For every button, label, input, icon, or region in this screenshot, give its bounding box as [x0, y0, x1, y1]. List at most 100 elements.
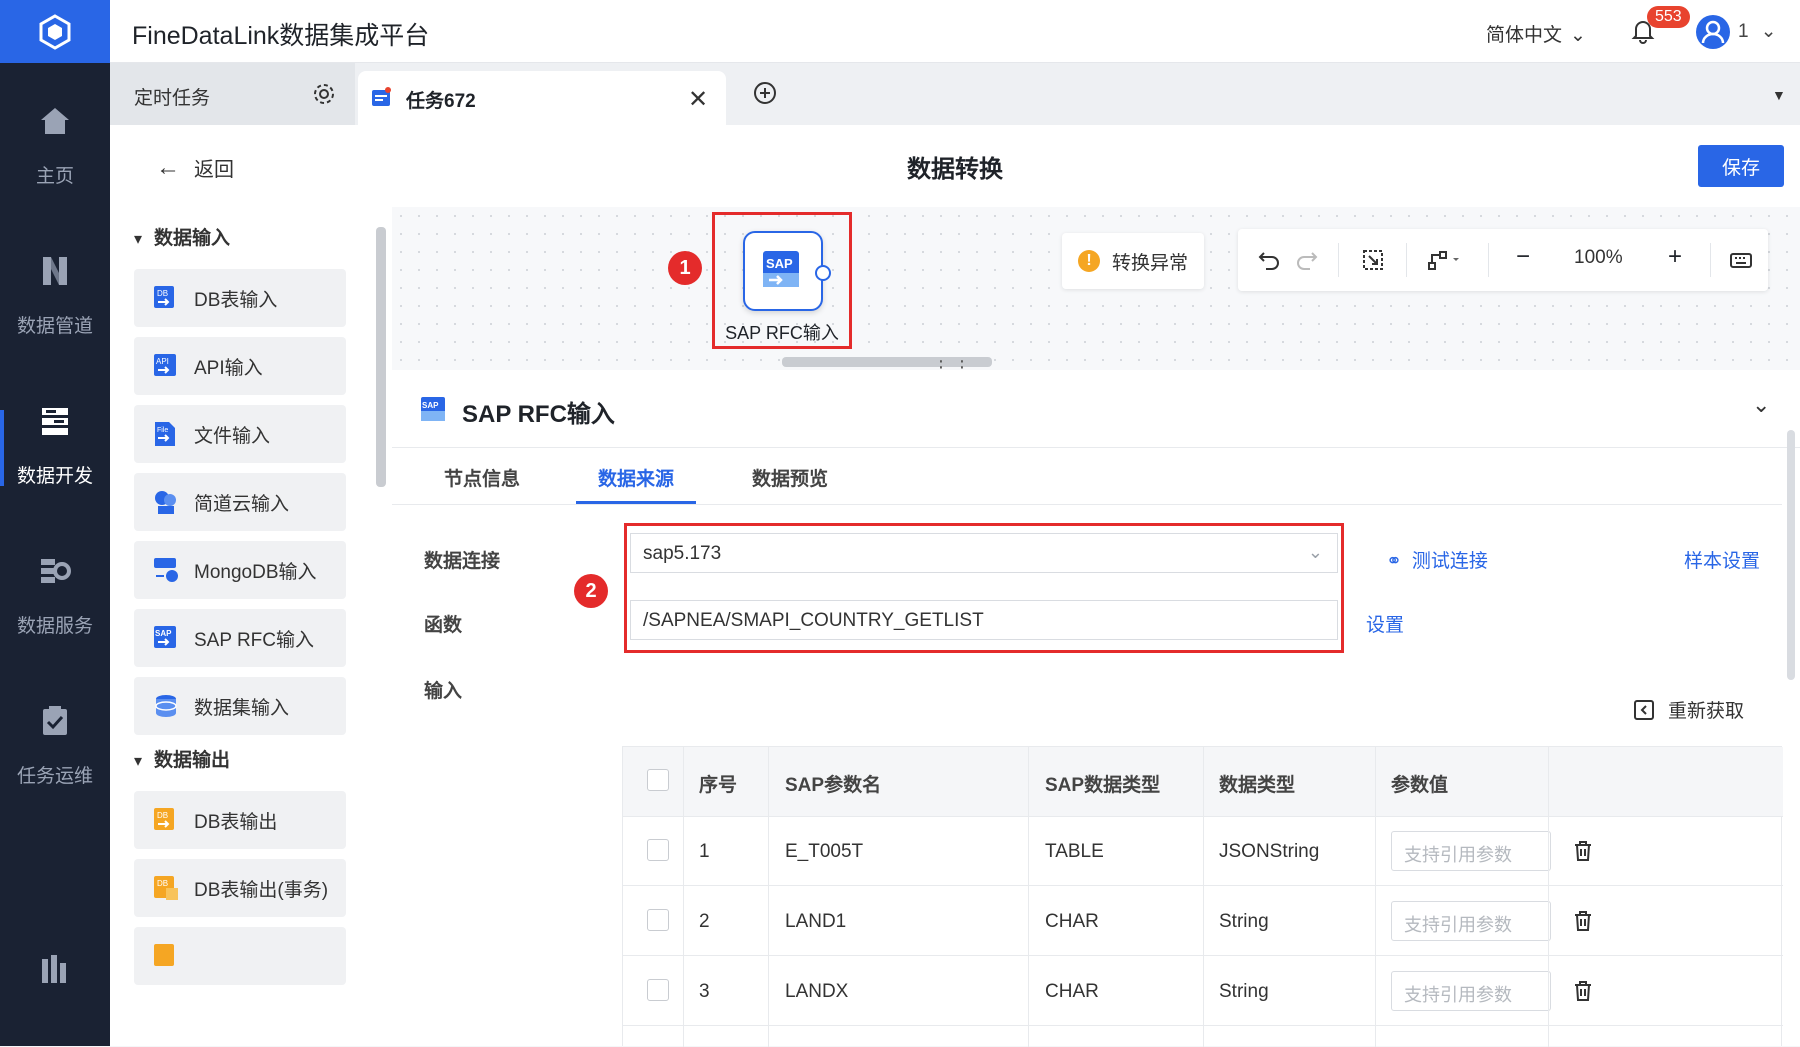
component-dataset-input[interactable]: 数据集输入 [134, 677, 346, 735]
language-select[interactable]: 简体中文 ⌄ [1486, 20, 1586, 47]
tab-scheduled[interactable]: 定时任务 [110, 63, 355, 125]
user-menu[interactable]: 1 ⌄ [1738, 20, 1777, 43]
cell-type: String [1219, 911, 1269, 932]
panel-scrollbar[interactable] [1787, 370, 1795, 1046]
test-connection-label: 测试连接 [1411, 551, 1488, 572]
layout-icon[interactable] [1426, 247, 1466, 273]
tab-label: 定时任务 [134, 88, 211, 109]
component-sap-rfc-input[interactable]: SAP SAP RFC输入 [134, 609, 346, 667]
cell-sap-name: LAND1 [785, 911, 847, 932]
cell-sap-name: LANDX [785, 981, 849, 1002]
cell-no: 2 [699, 911, 710, 932]
sample-settings-link[interactable]: 样本设置 [1684, 546, 1760, 573]
tab-node-info[interactable]: 节点信息 [444, 464, 520, 491]
component-file-input[interactable]: File 文件输入 [134, 405, 346, 463]
svg-text:API: API [156, 357, 169, 366]
component-next-output[interactable] [134, 927, 346, 985]
output-icon [154, 944, 174, 966]
library-scrollbar[interactable] [376, 217, 386, 1037]
connection-label: 数据连接 [424, 551, 501, 572]
trash-icon[interactable] [1571, 979, 1595, 1003]
sap-node-icon: SAP [763, 251, 799, 287]
db-output-tx-icon: DB [154, 876, 178, 900]
close-icon[interactable]: ✕ [688, 85, 708, 114]
user-icon [1701, 20, 1725, 44]
component-db-output-tx[interactable]: DB DB表输出(事务) [134, 859, 346, 917]
zoom-level: 100% [1574, 247, 1623, 268]
panel-title: SAP RFC输入 [462, 401, 615, 428]
conversion-status[interactable]: ! 转换异常 [1062, 233, 1204, 289]
tab-task-672[interactable]: 任务672 ✕ [358, 71, 726, 125]
select-all-checkbox[interactable] [647, 769, 669, 791]
component-api-input[interactable]: API API输入 [134, 337, 346, 395]
page-header: ← 返回 数据转换 保存 [110, 125, 1800, 207]
toolbar-divider [1488, 243, 1489, 277]
save-button[interactable]: 保存 [1698, 145, 1784, 187]
column-header: 序号 [699, 775, 738, 796]
refresh-icon [1634, 699, 1654, 720]
trash-icon[interactable] [1571, 909, 1595, 933]
nav-item-service[interactable]: 数据服务 [0, 510, 110, 680]
column-header: 数据类型 [1219, 775, 1296, 796]
zoom-in-icon[interactable]: + [1668, 243, 1694, 270]
param-value-input[interactable]: 支持引用参数 [1391, 831, 1551, 871]
nav-label: 数据管道 [16, 315, 93, 337]
test-connection-link[interactable]: ⚭ 测试连接 [1386, 546, 1488, 573]
tab-data-preview[interactable]: 数据预览 [752, 464, 828, 491]
refetch-button[interactable]: 重新获取 [1632, 696, 1744, 723]
component-db-output[interactable]: DB DB表输出 [134, 791, 346, 849]
param-value-input[interactable]: 支持引用参数 [1391, 901, 1551, 941]
avatar[interactable] [1696, 15, 1730, 49]
trash-icon[interactable] [1571, 839, 1595, 863]
cell-sap-type: TABLE [1045, 841, 1104, 862]
add-tab-icon[interactable] [750, 78, 780, 108]
nav-item-ops[interactable]: 任务运维 [0, 660, 110, 830]
nav-label: 数据服务 [16, 615, 93, 637]
row-checkbox[interactable] [647, 979, 669, 1001]
tabs-dropdown-icon[interactable]: ▼ [1772, 87, 1786, 103]
language-label: 简体中文 [1486, 25, 1563, 46]
pipeline-icon [43, 256, 67, 285]
link-icon: ⚭ [1386, 551, 1402, 572]
row-checkbox[interactable] [647, 909, 669, 931]
property-panel: SAP SAP RFC输入 ⌄ 节点信息 数据来源 数据预览 数据连接 sap5… [392, 370, 1800, 1047]
connection-select[interactable]: sap5.173 ⌄ [630, 533, 1338, 573]
sap-rfc-node[interactable]: SAP [743, 231, 831, 311]
app-logo[interactable] [0, 0, 110, 63]
component-mongodb-input[interactable]: MongoDB输入 [134, 541, 346, 599]
gear-icon[interactable] [312, 82, 336, 106]
file-input-icon: File [155, 422, 175, 446]
row-checkbox[interactable] [647, 839, 669, 861]
undo-icon[interactable] [1256, 247, 1282, 273]
function-set-link[interactable]: 设置 [1366, 610, 1404, 637]
nav-item-home[interactable]: 主页 [0, 60, 110, 230]
toolbar-divider [1338, 243, 1339, 277]
keyboard-icon[interactable] [1728, 247, 1754, 273]
section-data-output[interactable]: 数据输出 [134, 745, 230, 772]
component-jiandaoyun-input[interactable]: 简道云输入 [134, 473, 346, 531]
input-section-label: 输入 [424, 681, 463, 702]
zoom-out-icon[interactable]: − [1516, 243, 1542, 270]
sap-node-icon-text: SAP [766, 256, 793, 271]
flow-canvas[interactable]: 1 SAP SAP RFC输入 ! 转换异常 − 100% + ⋮⋮ [392, 207, 1800, 377]
tab-label: 任务672 [406, 91, 476, 112]
app-title: FineDataLink数据集成平台 [132, 22, 430, 50]
nav-item-dev[interactable]: 数据开发 [0, 360, 110, 530]
function-input[interactable]: /SAPNEA/SMAPI_COUNTRY_GETLIST [630, 600, 1338, 640]
param-value-input[interactable]: 支持引用参数 [1391, 971, 1551, 1011]
task-calendar-icon [372, 87, 391, 106]
tab-data-source[interactable]: 数据来源 [598, 464, 674, 491]
component-label: DB表输出 [194, 811, 278, 833]
nav-item-more[interactable] [0, 920, 110, 1040]
notification-badge: 553 [1647, 6, 1690, 28]
fit-view-icon[interactable] [1360, 247, 1386, 273]
db-input-icon: DB [154, 286, 174, 308]
redo-icon[interactable] [1294, 247, 1320, 273]
component-db-input[interactable]: DB DB表输入 [134, 269, 346, 327]
nav-item-pipeline[interactable]: 数据管道 [0, 210, 110, 380]
node-output-port[interactable] [815, 265, 831, 281]
chevron-down-icon[interactable]: ⌄ [1752, 392, 1770, 418]
cell-no: 1 [699, 841, 710, 862]
section-data-input[interactable]: 数据输入 [134, 223, 230, 250]
svg-text:File: File [157, 427, 168, 434]
